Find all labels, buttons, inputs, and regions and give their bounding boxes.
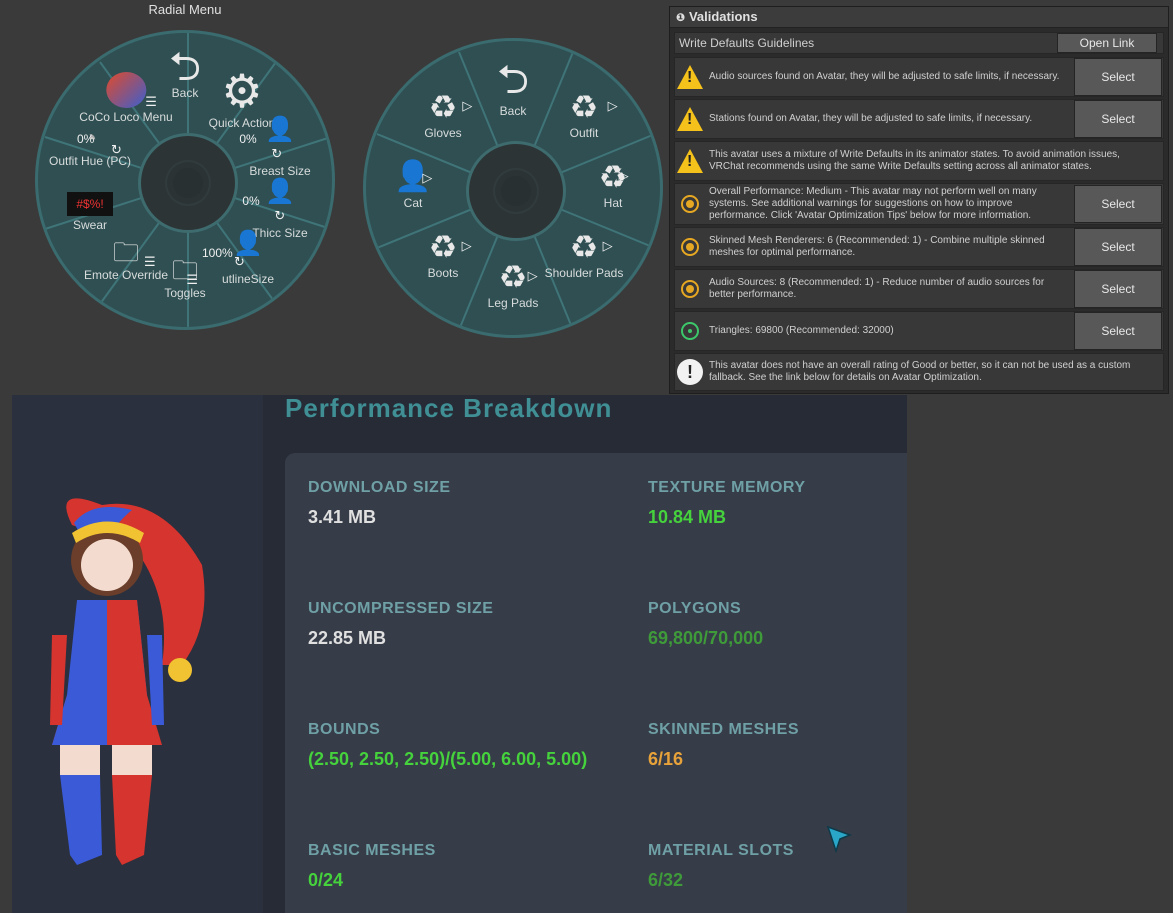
radial-item-swear[interactable]: #$%! Swear <box>67 192 113 232</box>
stat-polygons: POLYGONS 69,800/70,000 <box>648 600 764 648</box>
person-icon: 👤 <box>265 178 295 205</box>
validation-row: ! This avatar does not have an overall r… <box>674 353 1164 391</box>
medium-performance-icon <box>681 280 699 298</box>
validation-row: Overall Performance: Medium - This avata… <box>674 183 1164 225</box>
radial-center-hub[interactable] <box>138 133 238 233</box>
radial-item-outfit[interactable]: ♻ ▷ Outfit <box>569 89 618 140</box>
validation-row: This avatar uses a mixture of Write Defa… <box>674 141 1164 181</box>
radial-item-outline-size[interactable]: 👤 100% ↻ utlineSize <box>202 232 274 287</box>
avatar-preview-panel <box>12 395 263 913</box>
reset-icon: ↻ <box>233 254 245 269</box>
radial-item-leg-pads[interactable]: ♻ ▷ Leg Pads <box>488 260 539 310</box>
validation-row: Audio Sources: 8 (Recommended: 1) - Redu… <box>674 269 1164 309</box>
radial-item-outfit-hue[interactable]: ◔ 0% ↻ Outfit Hue (PC) <box>49 126 131 169</box>
radial-item-cat[interactable]: 👤 ▷ Cat <box>394 160 433 210</box>
validations-header: ❶ Validations <box>670 7 1168 28</box>
warning-icon <box>677 65 703 89</box>
stat-uncompressed-size: UNCOMPRESSED SIZE 22.85 MB <box>308 600 494 648</box>
radial-menu-title: Radial Menu <box>148 2 222 17</box>
play-icon: ▷ <box>607 98 618 113</box>
stat-bounds: BOUNDS (2.50, 2.50, 2.50)/(5.00, 6.00, 5… <box>308 721 588 769</box>
reset-icon: ↻ <box>271 146 283 161</box>
radial-center-hub[interactable] <box>466 141 566 241</box>
play-icon: ▷ <box>461 238 472 253</box>
radial-item-back[interactable]: ⮌ Back <box>168 45 202 100</box>
list-icon: ☰ <box>186 272 198 287</box>
radial-item-breast-size[interactable]: 👤 0% ↻ Breast Size <box>239 116 310 179</box>
folder-icon: 🗀 <box>171 255 198 285</box>
radial-item-back[interactable]: ⮌ Back <box>497 58 529 118</box>
select-button[interactable]: Select <box>1074 100 1162 138</box>
radial-item-emote-override[interactable]: 🗀 ☰ Emote Override <box>84 238 168 282</box>
radial-item-gloves[interactable]: ♻ ▷ Gloves <box>424 89 472 140</box>
exclamation-icon: ! <box>677 359 703 385</box>
play-icon: ▷ <box>618 168 629 183</box>
play-icon: ▷ <box>527 268 538 283</box>
mouse-cursor-icon <box>826 825 852 853</box>
validation-row: Audio sources found on Avatar, they will… <box>674 57 1164 97</box>
outfit-icon: ♻ <box>428 229 458 265</box>
select-button[interactable]: Select <box>1074 270 1162 308</box>
radial-item-toggles[interactable]: 🗀 ☰ Toggles <box>164 256 205 300</box>
select-button[interactable]: Select <box>1074 58 1162 96</box>
validations-panel: ❶ Validations Write Defaults Guidelines … <box>669 6 1169 394</box>
validation-row: Stations found on Avatar, they will be a… <box>674 99 1164 139</box>
avatar-preview-image <box>50 498 205 865</box>
radial-item-shoulder-pads[interactable]: ♻ ▷ Shoulder Pads <box>545 230 624 280</box>
info-icon: ❶ <box>676 12 686 24</box>
medium-performance-icon <box>681 238 699 256</box>
performance-breakdown-view: Performance Breakdown DOWNLOAD SIZE 3.41… <box>12 395 907 913</box>
select-button[interactable]: Select <box>1074 312 1162 350</box>
list-icon: ☰ <box>143 254 156 269</box>
write-defaults-row: Write Defaults Guidelines Open Link <box>674 32 1164 54</box>
reset-icon: ↻ <box>110 142 122 157</box>
medium-performance-icon <box>681 195 699 213</box>
play-icon: ▷ <box>602 238 613 253</box>
validation-row: Triangles: 69800 (Recommended: 32000) Se… <box>674 311 1164 351</box>
list-icon: ☰ <box>145 94 157 109</box>
select-button[interactable]: Select <box>1074 185 1162 223</box>
warning-icon <box>677 107 703 131</box>
open-link-button[interactable]: Open Link <box>1057 33 1157 53</box>
select-button[interactable]: Select <box>1074 228 1162 266</box>
warning-icon <box>677 149 703 173</box>
reset-icon: ↻ <box>274 208 286 223</box>
coco-logo-icon <box>105 72 146 108</box>
swear-icon: #$%! <box>67 192 113 216</box>
stat-material-slots: MATERIAL SLOTS 6/32 <box>648 842 794 890</box>
back-arrow-icon: ⮌ <box>168 45 202 89</box>
play-icon: ▷ <box>422 170 433 185</box>
stat-skinned-meshes: SKINNED MESHES 6/16 <box>648 721 800 769</box>
stat-basic-meshes: BASIC MESHES 0/24 <box>308 842 436 890</box>
radial-item-boots[interactable]: ♻ ▷ Boots <box>428 229 472 280</box>
play-icon: ▷ <box>462 98 473 113</box>
outfit-icon: ♻ <box>569 89 599 125</box>
radial-item-hat[interactable]: ♻ ▷ Hat <box>599 160 629 210</box>
stat-texture-memory: TEXTURE MEMORY 10.84 MB <box>648 479 806 527</box>
stat-download-size: DOWNLOAD SIZE 3.41 MB <box>308 479 451 527</box>
stats-card: DOWNLOAD SIZE 3.41 MB TEXTURE MEMORY 10.… <box>285 453 907 913</box>
validation-row: Skinned Mesh Renderers: 6 (Recommended: … <box>674 227 1164 267</box>
back-arrow-icon: ⮌ <box>496 58 530 102</box>
gear-icon: ⚙ <box>221 65 263 117</box>
radial-item-coco-loco-menu[interactable]: ☰ CoCo Loco Menu <box>79 72 173 124</box>
outfit-icon: ♻ <box>428 89 458 125</box>
page-title: Performance Breakdown <box>285 395 613 423</box>
good-performance-icon <box>681 322 699 340</box>
person-icon: 👤 <box>265 116 295 143</box>
